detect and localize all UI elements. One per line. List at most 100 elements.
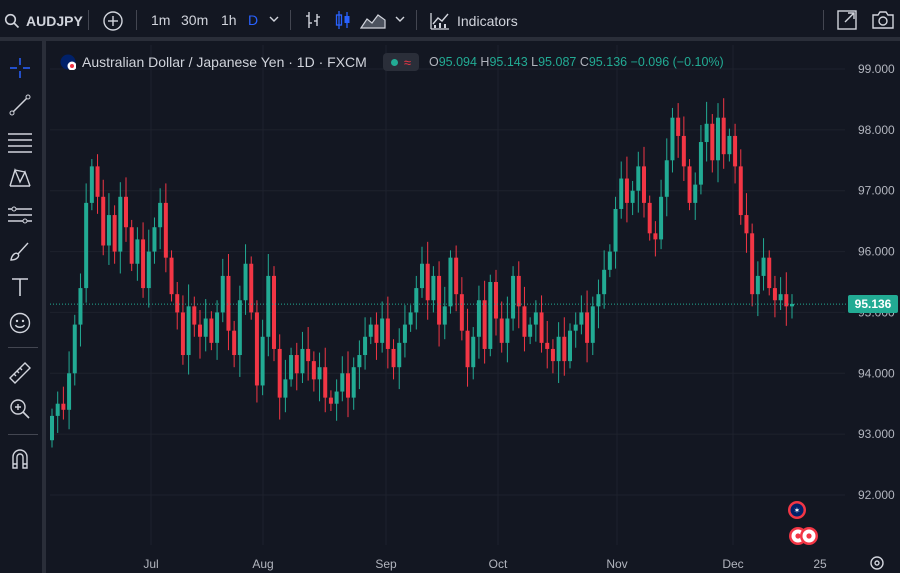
candle-body xyxy=(402,324,407,343)
symbol-flag-icon xyxy=(60,54,76,70)
candle-body xyxy=(50,415,54,441)
candle-body xyxy=(710,123,715,161)
candle-body xyxy=(67,373,72,410)
candle-body xyxy=(55,403,60,416)
candle-body xyxy=(146,251,151,289)
wave-icon: ≈ xyxy=(403,54,411,70)
candle-body xyxy=(277,348,282,398)
candle-body xyxy=(385,318,390,349)
candle-body xyxy=(744,215,749,234)
candle-body xyxy=(306,348,311,362)
candle-body xyxy=(135,239,140,264)
price-chart[interactable]: 99.00098.00097.00096.00095.00094.00093.0… xyxy=(0,0,900,573)
candle-body xyxy=(476,300,481,337)
candle-body xyxy=(431,275,436,301)
candle-body xyxy=(562,336,567,362)
candle-body xyxy=(272,275,276,349)
candle-body xyxy=(442,306,447,325)
candle-body xyxy=(545,342,550,349)
candle-body xyxy=(465,330,470,368)
candle-body xyxy=(482,300,487,349)
candle-body xyxy=(124,196,128,228)
candle-body xyxy=(192,306,197,325)
market-status[interactable]: ≈ xyxy=(382,53,419,71)
candle-body xyxy=(755,275,760,295)
candle-body xyxy=(106,215,111,246)
change-value: −0.096 (−0.10%) xyxy=(630,55,724,69)
candle-body xyxy=(607,251,612,270)
candle-body xyxy=(226,275,231,331)
candle-body xyxy=(772,288,777,301)
candle-body xyxy=(220,275,225,313)
ohlc-values: O95.094 H95.143 L95.087 C95.136 −0.096 (… xyxy=(429,55,724,69)
candle-body xyxy=(642,166,646,203)
candle-body xyxy=(260,336,265,386)
candle-body xyxy=(289,355,294,380)
candle-body xyxy=(716,117,720,161)
candle-body xyxy=(334,391,339,404)
candle-body xyxy=(266,275,271,337)
candle-body xyxy=(363,336,368,356)
candle-body xyxy=(733,135,738,167)
candle-body xyxy=(516,275,521,307)
chart-title[interactable]: Australian Dollar / Japanese Yen · 1D · … xyxy=(82,54,367,70)
candle-body xyxy=(681,135,686,167)
candle-body xyxy=(784,294,789,307)
svg-text:✶: ✶ xyxy=(794,506,801,515)
candle-body xyxy=(568,330,572,362)
candle-body xyxy=(391,348,396,368)
event-marker-jp-flag[interactable] xyxy=(789,527,818,545)
candle-body xyxy=(237,300,242,356)
candle-body xyxy=(533,312,538,325)
candle-body xyxy=(249,263,254,313)
close-key: C xyxy=(579,55,589,69)
candle-body xyxy=(528,324,533,337)
candle-body xyxy=(761,257,766,276)
candle-body xyxy=(585,312,590,343)
candle-body xyxy=(89,166,94,203)
candle-body xyxy=(346,373,350,398)
candle-body xyxy=(630,190,635,203)
candle-body xyxy=(602,269,607,295)
candle-body xyxy=(78,288,83,325)
candle-body xyxy=(459,294,464,331)
candle-body xyxy=(72,324,77,374)
event-marker-au-flag[interactable]: ✶ xyxy=(788,501,806,519)
candle-body xyxy=(721,117,726,155)
candle-body xyxy=(511,275,516,319)
candle-body xyxy=(767,257,772,289)
candle-body xyxy=(152,227,157,252)
candle-body xyxy=(397,342,402,368)
close-value: 95.136 xyxy=(588,55,628,69)
candle-body xyxy=(95,166,100,197)
candle-body xyxy=(169,257,174,295)
candle-body xyxy=(357,355,362,368)
candle-body xyxy=(198,324,202,337)
y-tick-label: 98.000 xyxy=(858,123,895,137)
candle-body xyxy=(163,202,168,258)
candle-body xyxy=(624,178,629,203)
candle-body xyxy=(488,282,493,349)
y-tick-label: 97.000 xyxy=(858,184,895,198)
candle-body xyxy=(180,312,185,356)
x-tick-label: Aug xyxy=(252,557,273,571)
candle-body xyxy=(420,263,424,289)
candle-body xyxy=(454,257,459,295)
x-tick-label: Nov xyxy=(606,557,627,571)
time-axis: Jul Aug Sep Oct Nov Dec 25 xyxy=(143,557,827,571)
candle-body xyxy=(653,233,658,240)
x-tick-label: Jul xyxy=(143,557,158,571)
candle-body xyxy=(175,294,180,313)
candle-body xyxy=(323,367,328,398)
candle-body xyxy=(778,294,783,301)
high-value: 95.143 xyxy=(489,55,528,69)
candle-body xyxy=(254,312,259,386)
candle-body xyxy=(550,348,555,362)
candle-body xyxy=(129,227,134,264)
candle-body xyxy=(693,184,698,203)
candle-body xyxy=(101,196,106,246)
chart-settings-button[interactable] xyxy=(870,556,884,570)
candle-body xyxy=(573,324,578,331)
candle-body xyxy=(408,312,413,325)
price-axis: 99.00098.00097.00096.00095.00094.00093.0… xyxy=(858,62,895,502)
